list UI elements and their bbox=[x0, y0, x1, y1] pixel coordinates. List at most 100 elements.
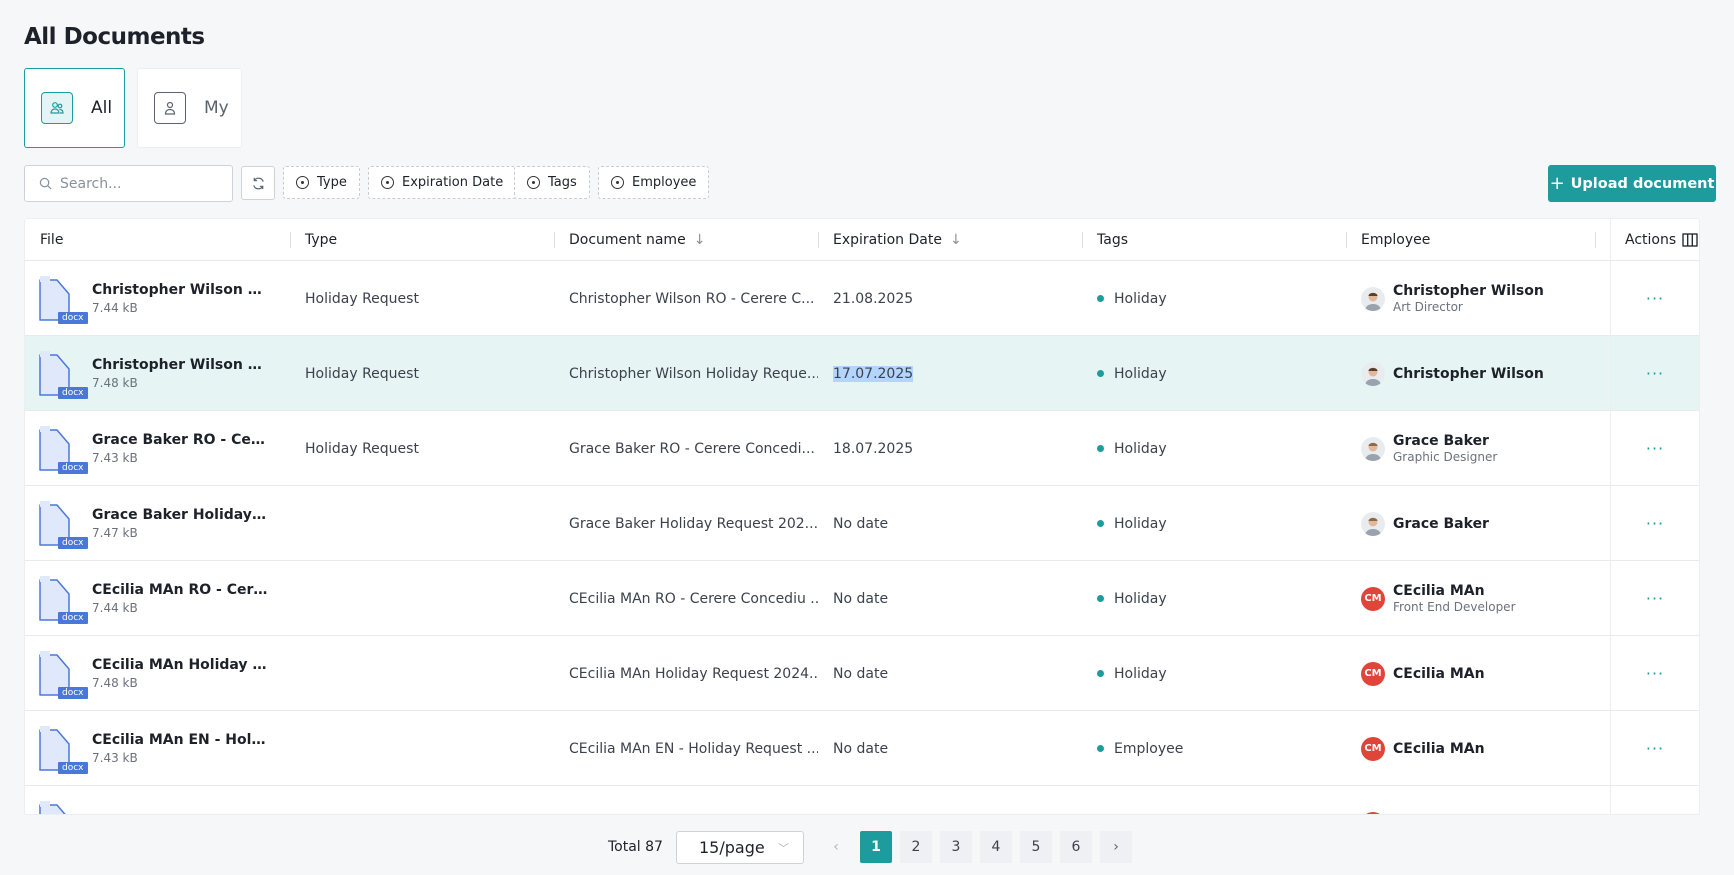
search-placeholder: Search... bbox=[60, 175, 122, 192]
employee-name[interactable]: CEcilia MAn bbox=[1393, 741, 1485, 757]
upload-document-button[interactable]: + Upload document bbox=[1548, 165, 1716, 202]
page-5-button[interactable]: 5 bbox=[1020, 831, 1052, 863]
columns-icon[interactable] bbox=[1682, 233, 1698, 247]
more-actions-icon[interactable]: ··· bbox=[1646, 589, 1664, 608]
more-actions-icon[interactable]: ··· bbox=[1646, 289, 1664, 308]
file-name[interactable]: Grace Baker RO - Cerere... bbox=[92, 432, 270, 448]
more-actions-icon[interactable]: ··· bbox=[1646, 514, 1664, 533]
column-actions: Actions bbox=[1595, 219, 1698, 261]
filter-tags-button[interactable]: Tags bbox=[514, 166, 590, 199]
page-size-select[interactable]: 15/page ﹀ bbox=[676, 831, 804, 864]
file-size: 7.43 kB bbox=[92, 451, 138, 465]
next-page-button[interactable]: › bbox=[1100, 831, 1132, 863]
docx-file-icon: docx bbox=[38, 499, 88, 549]
page-6-button[interactable]: 6 bbox=[1060, 831, 1092, 863]
file-name[interactable]: CEcilia MAn EN - Holiday... bbox=[92, 732, 270, 748]
column-employee: Employee bbox=[1346, 219, 1430, 261]
table-row[interactable]: docx Christopher Wilson RO - ...7.44 kB … bbox=[25, 261, 1699, 336]
sort-arrow-icon[interactable]: ↓ bbox=[950, 232, 962, 248]
table-row[interactable]: docx Grace Baker Holiday Re... 7.47 kB Gr… bbox=[25, 486, 1699, 561]
document-name-cell: Christopher Wilson Holiday Reque... bbox=[569, 365, 818, 382]
type-cell bbox=[290, 561, 554, 636]
file-cell[interactable]: docx CEcilia MAn RO - Proces... bbox=[25, 786, 290, 815]
filter-label: Type bbox=[317, 175, 347, 190]
page-1-button[interactable]: 1 bbox=[860, 831, 892, 863]
file-cell[interactable]: docx Christopher Wilson RO - ... 7.44 kB bbox=[25, 261, 290, 336]
employee-role: Graphic Designer bbox=[1393, 450, 1498, 464]
scope-all-tab[interactable]: All bbox=[24, 68, 125, 148]
actions-cell: ··· bbox=[1610, 711, 1699, 786]
more-actions-icon[interactable]: ··· bbox=[1646, 364, 1664, 383]
column-expiration-date[interactable]: Expiration Date ↓ bbox=[818, 219, 962, 261]
page-2-button[interactable]: 2 bbox=[900, 831, 932, 863]
document-name-cell: Christopher Wilson RO - Cerere C... bbox=[569, 290, 815, 307]
actions-cell: ··· bbox=[1610, 336, 1699, 411]
tags-cell: Holiday bbox=[1082, 636, 1346, 711]
plus-circle-icon bbox=[611, 176, 624, 189]
file-name[interactable]: Grace Baker Holiday Re... bbox=[92, 507, 270, 523]
file-cell[interactable]: docx CEcilia MAn Holiday Req... 7.48 kB bbox=[25, 636, 290, 711]
file-cell[interactable]: docx Grace Baker Holiday Re... 7.47 kB bbox=[25, 486, 290, 561]
more-actions-icon[interactable]: ··· bbox=[1646, 664, 1664, 683]
employee-name[interactable]: Christopher Wilson bbox=[1393, 283, 1544, 299]
employee-name[interactable]: Grace Baker bbox=[1393, 516, 1489, 532]
table-row[interactable]: docx CEcilia MAn RO - Cerere ...7.44 kB … bbox=[25, 561, 1699, 636]
employee-name[interactable]: CEcilia MAn bbox=[1393, 583, 1516, 599]
table-row[interactable]: docx CEcilia MAn RO - Proces... CM bbox=[25, 786, 1699, 815]
file-ext-badge: docx bbox=[58, 386, 88, 399]
plus-icon: + bbox=[1549, 173, 1565, 194]
file-name[interactable]: CEcilia MAn Holiday Req... bbox=[92, 657, 270, 673]
file-name[interactable]: CEcilia MAn RO - Proces... bbox=[92, 814, 270, 815]
refresh-button[interactable] bbox=[241, 166, 275, 200]
tags-cell: Employee bbox=[1082, 711, 1346, 786]
column-label: Expiration Date bbox=[833, 232, 942, 248]
search-input[interactable]: Search... bbox=[24, 165, 233, 202]
expiration-date-cell: 17.07.2025 bbox=[818, 336, 1082, 411]
file-cell[interactable]: docx Grace Baker RO - Cerere... 7.43 kB bbox=[25, 411, 290, 486]
column-document-name[interactable]: Document name ↓ bbox=[554, 219, 705, 261]
file-cell[interactable]: docx CEcilia MAn RO - Cerere ... 7.44 kB bbox=[25, 561, 290, 636]
table-row[interactable]: docx Grace Baker RO - Cerere... 7.43 kB H… bbox=[25, 411, 1699, 486]
more-actions-icon[interactable]: ··· bbox=[1646, 439, 1664, 458]
file-name[interactable]: Christopher Wilson Holi... bbox=[92, 357, 270, 373]
scope-my-tab[interactable]: My bbox=[137, 68, 242, 148]
file-cell[interactable]: docx CEcilia MAn EN - Holiday... 7.43 kB bbox=[25, 711, 290, 786]
filter-employee-button[interactable]: Employee bbox=[598, 166, 710, 199]
page-3-button[interactable]: 3 bbox=[940, 831, 972, 863]
column-label: Document name bbox=[569, 232, 686, 248]
plus-circle-icon bbox=[296, 176, 309, 189]
docx-file-icon: docx bbox=[38, 274, 88, 324]
more-actions-icon[interactable]: ··· bbox=[1646, 739, 1664, 758]
tag-label: Holiday bbox=[1114, 440, 1167, 457]
avatar-photo bbox=[1361, 511, 1385, 536]
tag-dot-icon bbox=[1097, 595, 1104, 602]
page-4-button[interactable]: 4 bbox=[980, 831, 1012, 863]
tags-cell: Holiday bbox=[1082, 261, 1346, 336]
employee-name[interactable]: CEcilia MAn bbox=[1393, 666, 1485, 682]
file-name[interactable]: CEcilia MAn RO - Cerere ... bbox=[92, 582, 270, 598]
file-cell[interactable]: docx Christopher Wilson Holi... 7.48 kB bbox=[25, 336, 290, 411]
tag-dot-icon bbox=[1097, 445, 1104, 452]
table-row[interactable]: docx CEcilia MAn Holiday Req... 7.48 kB C… bbox=[25, 636, 1699, 711]
column-tags: Tags bbox=[1082, 219, 1128, 261]
employee-name[interactable]: Christopher Wilson bbox=[1393, 366, 1544, 382]
file-name[interactable]: Christopher Wilson RO - ... bbox=[92, 282, 270, 298]
docx-file-icon: docx bbox=[38, 574, 88, 624]
expiration-date-cell: No date bbox=[818, 486, 1082, 561]
table-row[interactable]: docx Christopher Wilson Holi... 7.48 kB H… bbox=[25, 336, 1699, 411]
document-name-cell bbox=[554, 786, 818, 814]
actions-cell bbox=[1610, 786, 1699, 814]
file-size: 7.44 kB bbox=[92, 601, 138, 615]
sort-arrow-icon[interactable]: ↓ bbox=[694, 232, 706, 248]
toolbar: Search... Type Expiration Date Tags Empl… bbox=[24, 165, 1716, 202]
filter-type-button[interactable]: Type bbox=[283, 166, 360, 199]
document-name-cell: Grace Baker Holiday Request 202... bbox=[569, 515, 818, 532]
prev-page-button[interactable]: ‹ bbox=[820, 831, 852, 863]
column-label: File bbox=[40, 232, 64, 248]
filter-expiration-date-button[interactable]: Expiration Date bbox=[368, 166, 517, 199]
table-row[interactable]: docx CEcilia MAn EN - Holiday...7.43 kB … bbox=[25, 711, 1699, 786]
actions-cell: ··· bbox=[1610, 636, 1699, 711]
employee-name[interactable]: Grace Baker bbox=[1393, 433, 1497, 449]
docx-file-icon: docx bbox=[38, 799, 74, 814]
file-ext-badge: docx bbox=[58, 686, 88, 699]
